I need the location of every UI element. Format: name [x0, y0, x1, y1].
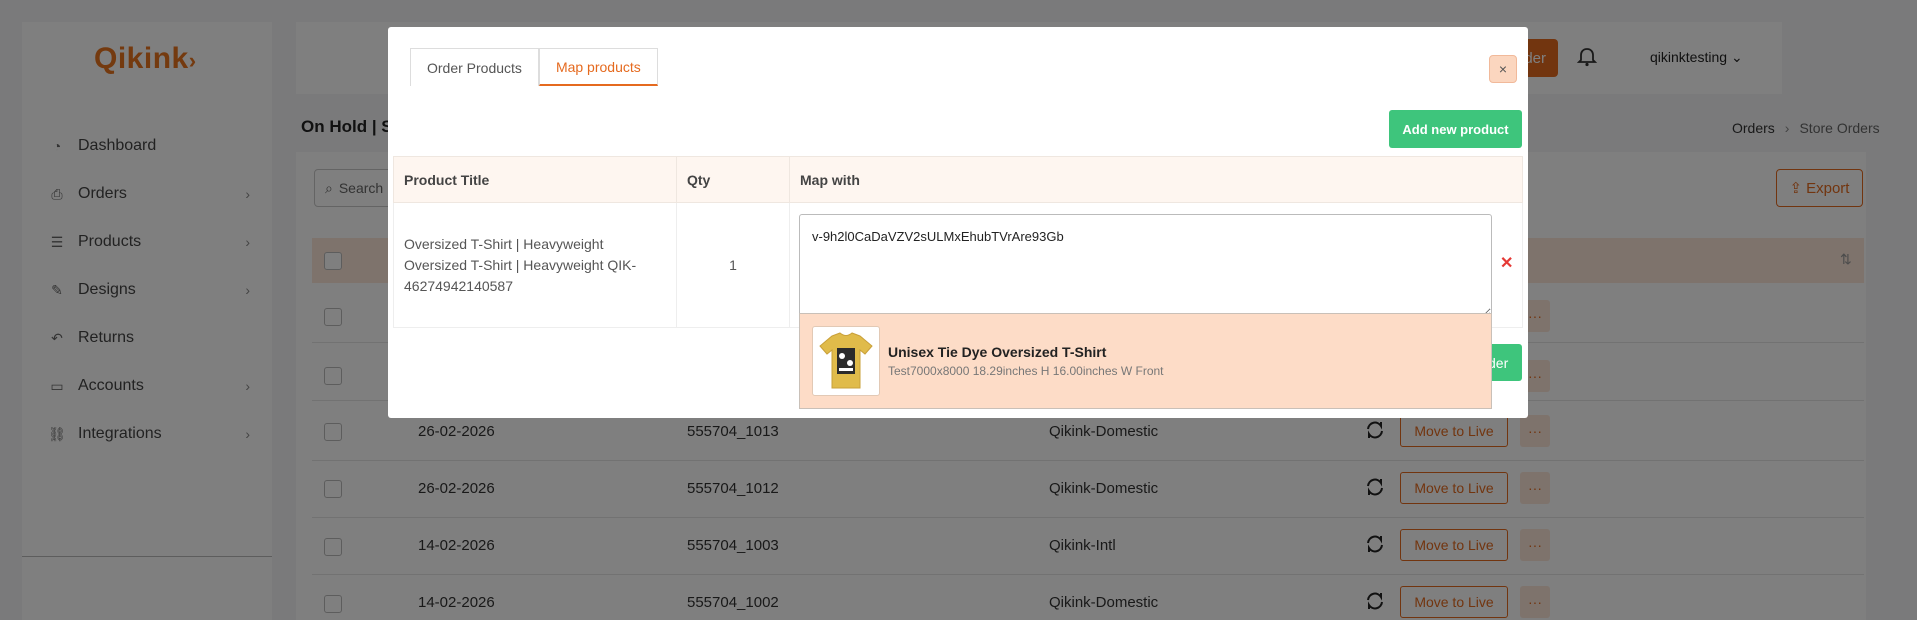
column-header-product-title: Product Title — [393, 156, 677, 203]
qty-cell: 1 — [676, 202, 790, 328]
product-suggestion-item[interactable]: Unisex Tie Dye Oversized T-Shirt Test700… — [799, 313, 1492, 409]
tab-order-products[interactable]: Order Products — [410, 48, 539, 86]
map-with-input[interactable]: v-9h2l0CaDaVZV2sULMxEhubTVrAre93Gb — [799, 214, 1492, 318]
table-header-row: Product Title Qty Map with — [393, 156, 1523, 203]
remove-icon[interactable]: ✕ — [1500, 253, 1513, 273]
map-products-modal: Order Products Map products × Add new pr… — [388, 27, 1528, 418]
column-header-map-with: Map with — [789, 156, 1523, 203]
tab-map-products[interactable]: Map products — [538, 48, 658, 86]
suggestion-product-meta: Test7000x8000 18.29inches H 16.00inches … — [888, 364, 1164, 378]
tshirt-thumbnail-image — [812, 326, 880, 396]
add-new-product-button[interactable]: Add new product — [1389, 110, 1522, 148]
column-header-qty: Qty — [676, 156, 790, 203]
save-order-button[interactable]: der — [1488, 344, 1522, 381]
suggestion-text: Unisex Tie Dye Oversized T-Shirt Test700… — [888, 344, 1164, 378]
suggestion-product-name: Unisex Tie Dye Oversized T-Shirt — [888, 344, 1107, 360]
modal-tabs: Order Products Map products — [410, 48, 658, 86]
product-title-cell: Oversized T-Shirt | Heavyweight Oversize… — [393, 202, 677, 328]
close-button[interactable]: × — [1489, 55, 1517, 83]
